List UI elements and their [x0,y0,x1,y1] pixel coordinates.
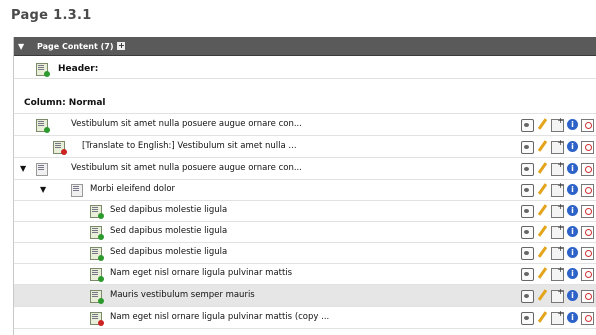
content-row-selected[interactable]: Mauris vestibulum semper mauris i [14,285,596,306]
content-row[interactable]: Sed dapibus molestie ligula i [0,242,596,263]
page-title: Page 1.3.1 [11,8,92,23]
info-icon[interactable]: i [567,226,578,237]
info-icon[interactable]: i [567,141,578,152]
history-icon[interactable] [581,226,594,239]
content-row[interactable]: ▼ Vestibulum sit amet nulla posuere augu… [0,158,596,179]
content-row[interactable]: Nam eget nisl ornare ligula pulvinar mat… [0,263,596,284]
edit-pencil-icon[interactable] [537,268,548,279]
view-icon[interactable] [521,268,534,281]
edit-pencil-icon[interactable] [537,247,548,258]
info-icon[interactable]: i [567,119,578,130]
content-element-icon [90,226,104,240]
header-label: Header: [58,64,99,74]
expand-icon[interactable]: ▼ [20,164,26,173]
view-icon[interactable] [521,184,534,197]
info-icon[interactable]: i [567,163,578,174]
edit-pencil-icon[interactable] [537,119,548,130]
add-content-button[interactable]: + [117,42,126,50]
row-label[interactable]: [Translate to English:] Vestibulum sit a… [82,141,297,151]
content-element-icon [90,312,104,326]
row-label[interactable]: Nam eget nisl ornare ligula pulvinar mat… [110,268,292,278]
info-icon[interactable]: i [567,290,578,301]
new-record-icon[interactable] [551,309,564,325]
info-icon[interactable]: i [567,184,578,195]
panel-title: Page Content (7) [37,41,114,51]
new-record-icon[interactable] [551,116,564,132]
view-icon[interactable] [521,141,534,154]
collapse-toggle-icon[interactable]: ▼ [18,42,27,51]
content-row[interactable]: [Translate to English:] Vestibulum sit a… [0,136,596,157]
history-icon[interactable] [581,290,594,303]
history-icon[interactable] [581,184,594,197]
history-icon[interactable] [581,119,594,132]
view-icon[interactable] [521,205,534,218]
row-label[interactable]: Sed dapibus molestie ligula [110,205,227,215]
history-icon[interactable] [581,141,594,154]
content-row[interactable]: Vestibulum sit amet nulla posuere augue … [0,114,596,135]
content-element-icon [90,268,104,282]
history-icon[interactable] [581,247,594,260]
row-label[interactable]: Sed dapibus molestie ligula [110,226,227,236]
row-label[interactable]: Mauris vestibulum semper mauris [110,290,255,300]
edit-pencil-icon[interactable] [537,141,548,152]
content-row[interactable]: Sed dapibus molestie ligula i [0,221,596,242]
content-element-icon [36,119,50,133]
container-element-icon [36,163,48,176]
view-icon[interactable] [521,290,534,303]
view-icon[interactable] [521,119,534,132]
new-record-icon[interactable] [551,223,564,239]
content-element-icon [90,247,104,261]
view-icon[interactable] [521,163,534,176]
new-record-icon[interactable] [551,181,564,197]
new-record-icon[interactable] [551,202,564,218]
content-row[interactable]: ▼ Morbi eleifend dolor i [0,179,596,200]
edit-pencil-icon[interactable] [537,312,548,323]
view-icon[interactable] [521,312,534,325]
content-row[interactable]: Nam eget nisl ornare ligula pulvinar mat… [0,307,596,328]
expand-icon[interactable]: ▼ [40,185,46,194]
container-element-icon [71,184,83,197]
history-icon[interactable] [581,163,594,176]
view-icon[interactable] [521,247,534,260]
edit-pencil-icon[interactable] [537,184,548,195]
history-icon[interactable] [581,268,594,281]
edit-pencil-icon[interactable] [537,163,548,174]
info-icon[interactable]: i [567,312,578,323]
content-element-icon [90,290,104,304]
edit-pencil-icon[interactable] [537,290,548,301]
translation-element-icon [53,141,67,155]
history-icon[interactable] [581,312,594,325]
edit-pencil-icon[interactable] [537,226,548,237]
row-label[interactable]: Morbi eleifend dolor [90,184,175,194]
row-label[interactable]: Vestibulum sit amet nulla posuere augue … [71,119,302,129]
row-label[interactable]: Nam eget nisl ornare ligula pulvinar mat… [110,312,329,322]
panel-header[interactable]: ▼ Page Content (7) + [14,37,596,56]
content-element-icon [90,205,104,219]
new-record-icon[interactable] [551,244,564,260]
info-icon[interactable]: i [567,268,578,279]
edit-pencil-icon[interactable] [537,205,548,216]
row-label[interactable]: Vestibulum sit amet nulla posuere augue … [71,163,302,173]
new-record-icon[interactable] [551,287,564,303]
info-icon[interactable]: i [567,247,578,258]
content-row[interactable]: Sed dapibus molestie ligula i [0,200,596,221]
column-label: Column: Normal [24,98,106,108]
row-label[interactable]: Sed dapibus molestie ligula [110,247,227,257]
info-icon[interactable]: i [567,205,578,216]
new-record-icon[interactable] [551,160,564,176]
new-record-icon[interactable] [551,138,564,154]
view-icon[interactable] [521,226,534,239]
history-icon[interactable] [581,205,594,218]
new-record-icon[interactable] [551,265,564,281]
header-element-icon [36,63,50,77]
